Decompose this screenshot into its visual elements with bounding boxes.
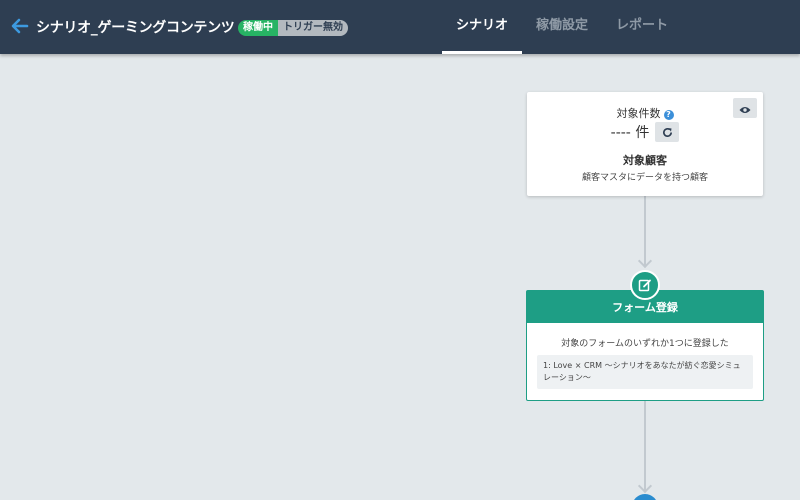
trigger-badge: トリガー無効 xyxy=(278,20,348,36)
help-icon[interactable]: ? xyxy=(663,110,674,120)
tab-bar: シナリオ 稼働設定 レポート xyxy=(442,0,682,54)
target-title: 対象顧客 xyxy=(623,154,667,167)
status-badge: 稼働中 xyxy=(238,20,278,36)
form-node-description: 対象のフォームのいずれか1つに登録した xyxy=(561,339,729,349)
connector-line xyxy=(644,401,646,491)
count-value: ---- 件 xyxy=(610,125,650,141)
target-customer-node[interactable]: 対象件数? ---- 件 対象顧客 顧客マスタにデータを持つ顧客 xyxy=(527,92,763,196)
status-badges: 稼働中 トリガー無効 xyxy=(238,20,348,36)
target-description: 顧客マスタにデータを持つ顧客 xyxy=(581,173,708,183)
form-list-item: 1: Love × CRM 〜シナリオをあなたが紡ぐ恋愛シミュレーション〜 xyxy=(537,355,753,389)
refresh-icon xyxy=(662,123,673,142)
arrow-left-icon[interactable] xyxy=(10,16,30,36)
refresh-button[interactable] xyxy=(655,122,680,142)
count-row: ---- 件 xyxy=(527,122,763,142)
top-bar: シナリオ_ゲーミングコンテンツ 稼働中 トリガー無効 シナリオ 稼働設定 レポー… xyxy=(0,0,800,54)
count-label: 対象件数 xyxy=(616,107,661,120)
edit-form-icon xyxy=(630,270,660,300)
scenario-title: シナリオ_ゲーミングコンテンツ xyxy=(36,20,235,36)
count-label-row: 対象件数? xyxy=(527,105,763,121)
tab-report[interactable]: レポート xyxy=(602,0,682,54)
tab-scenario[interactable]: シナリオ xyxy=(442,0,522,54)
tab-operation-settings[interactable]: 稼働設定 xyxy=(522,0,602,54)
form-registration-node[interactable]: フォーム登録 対象のフォームのいずれか1つに登録した 1: Love × CRM… xyxy=(526,290,764,401)
